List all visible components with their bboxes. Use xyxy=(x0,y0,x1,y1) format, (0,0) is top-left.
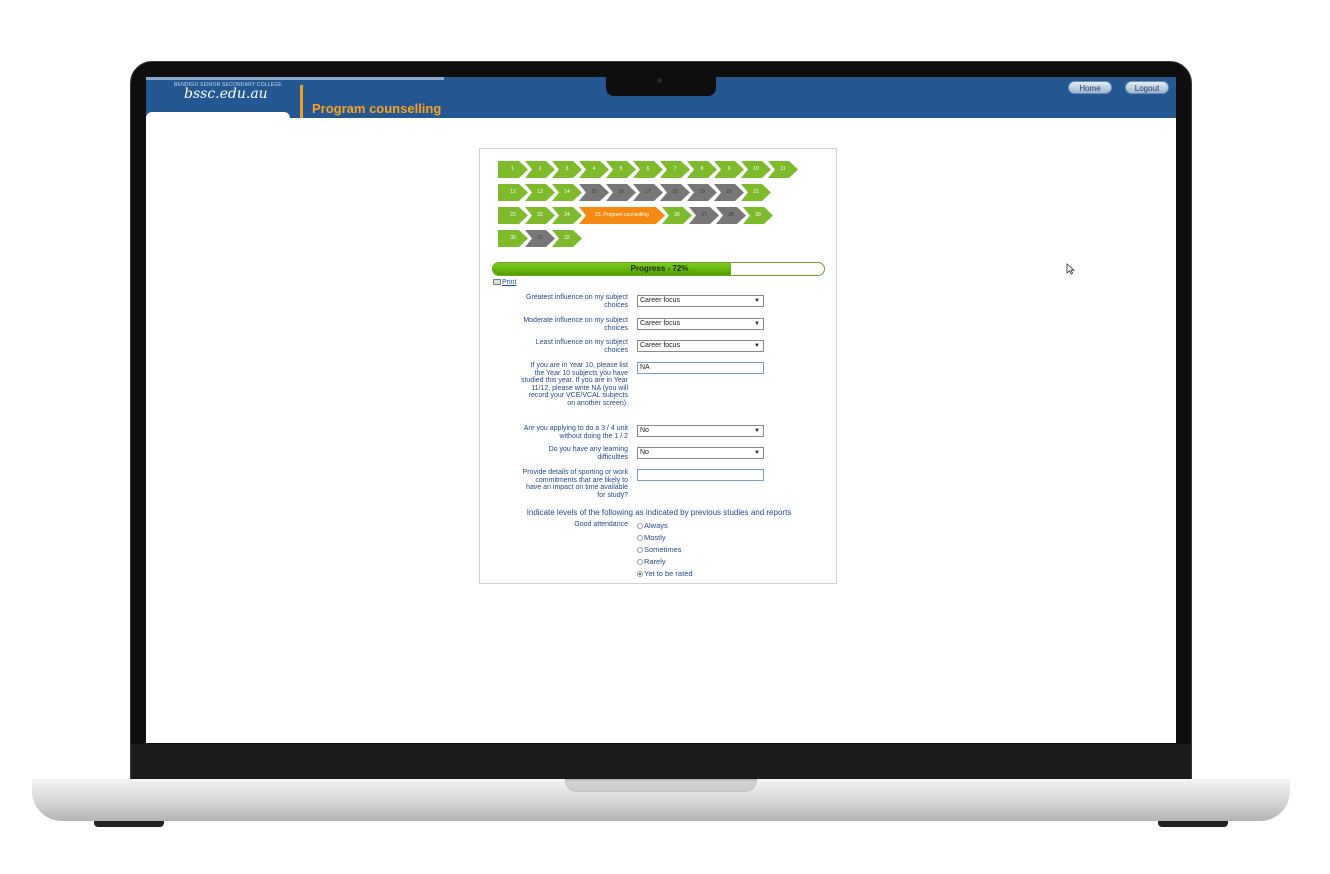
attendance-option[interactable]: Yet to be rated xyxy=(637,569,693,579)
attendance-option[interactable]: Rarely xyxy=(637,557,666,567)
step-3-2[interactable]: 32 xyxy=(552,230,582,247)
radio-button[interactable] xyxy=(637,559,643,566)
dropdown-arrow-icon: ▼ xyxy=(754,298,760,304)
step-1-4[interactable]: 16 xyxy=(606,184,636,201)
screen: BENDIGO SENIOR SECONDARY COLLEGE bssc.ed… xyxy=(146,77,1176,743)
step-navigator: 1. 2 3 4 5 6 7 8 9 10 11 12 13 14 15 16 17 18 19 20 21 22 23 24… xyxy=(498,161,828,253)
greatest-influence-label: Greatest influence on my subject choices xyxy=(526,294,628,309)
radio-button[interactable] xyxy=(637,571,643,578)
radio-button[interactable] xyxy=(637,547,643,554)
step-1-3[interactable]: 15 xyxy=(579,184,609,201)
program-counselling-card: 1. 2 3 4 5 6 7 8 9 10 11 12 13 14 15 16 17 18 19 20 21 22 23 24… xyxy=(479,148,837,584)
laptop-foot-left xyxy=(94,821,164,827)
radio-button[interactable] xyxy=(637,535,643,542)
step-2-6[interactable]: 28 xyxy=(716,207,746,224)
step-3-0[interactable]: 30 xyxy=(498,230,528,247)
step-2-0[interactable]: 22 xyxy=(498,207,528,224)
step-2-5[interactable]: 27 xyxy=(689,207,719,224)
step-0-9[interactable]: 10 xyxy=(741,161,771,178)
dropdown-arrow-icon: ▼ xyxy=(754,450,760,456)
year10-subjects-input[interactable]: NA xyxy=(637,362,764,374)
step-0-3[interactable]: 4 xyxy=(579,161,609,178)
sporting-commitments-label: Provide details of sporting or work comm… xyxy=(522,469,628,499)
dropdown-arrow-icon: ▼ xyxy=(754,321,760,327)
step-2-2[interactable]: 24 xyxy=(552,207,582,224)
moderate-influence-label: Moderate influence on my subject choices xyxy=(523,317,628,332)
moderate-influence-select[interactable]: Career focus ▼ xyxy=(637,318,764,330)
step-0-2[interactable]: 3 xyxy=(552,161,582,178)
step-1-0[interactable]: 12 xyxy=(498,184,528,201)
step-0-8[interactable]: 9 xyxy=(714,161,744,178)
step-1-8[interactable]: 20 xyxy=(714,184,744,201)
learning-difficulties-select[interactable]: No ▼ xyxy=(637,447,764,459)
radio-button[interactable] xyxy=(637,523,643,530)
sporting-commitments-input[interactable] xyxy=(637,469,764,481)
home-button[interactable]: Home xyxy=(1068,81,1112,94)
step-0-5[interactable]: 6 xyxy=(633,161,663,178)
step-1-2[interactable]: 14 xyxy=(552,184,582,201)
least-influence-label: Least influence on my subject choices xyxy=(535,339,628,354)
heading-divider xyxy=(300,85,303,118)
step-0-0[interactable]: 1. xyxy=(498,161,528,178)
good-attendance-label: Good attendance xyxy=(574,521,628,528)
progress-label: Progress - 72% xyxy=(630,264,689,273)
unit34-label: Are you applying to do a 3 / 4 unit with… xyxy=(523,425,628,440)
laptop-base-notch xyxy=(565,779,757,792)
least-influence-value: Career focus xyxy=(640,342,681,349)
laptop-foot-right xyxy=(1158,821,1228,827)
attendance-option[interactable]: Sometimes xyxy=(637,545,682,555)
step-row: 30 31 32 xyxy=(498,230,828,247)
logout-button[interactable]: Logout xyxy=(1125,81,1169,94)
step-1-7[interactable]: 19 xyxy=(687,184,717,201)
step-0-10[interactable]: 11 xyxy=(768,161,798,178)
step-1-1[interactable]: 13 xyxy=(525,184,555,201)
attendance-option[interactable]: Mostly xyxy=(637,533,666,543)
step-row: 22 23 24 25. Program counselling 26 27 28 29 xyxy=(498,207,828,224)
header-topline xyxy=(146,77,444,80)
step-0-1[interactable]: 2 xyxy=(525,161,555,178)
logo[interactable]: bssc.edu.au xyxy=(184,86,268,102)
page-title: Program counselling xyxy=(312,101,442,116)
progress-bar: Progress - 72% xyxy=(492,262,825,276)
print-link[interactable]: Print xyxy=(493,279,516,286)
step-row: 12 13 14 15 16 17 18 19 20 21 xyxy=(498,184,828,201)
unit34-value: No xyxy=(640,427,649,434)
greatest-influence-select[interactable]: Career focus ▼ xyxy=(637,295,764,307)
mouse-cursor-icon xyxy=(1066,263,1075,275)
step-2-4[interactable]: 26 xyxy=(662,207,692,224)
levels-section-title: Indicate levels of the following as indi… xyxy=(526,508,792,517)
step-row: 1. 2 3 4 5 6 7 8 9 10 11 xyxy=(498,161,828,178)
attendance-option-label: Always xyxy=(644,521,668,530)
step-2-3[interactable]: 25. Program counselling xyxy=(579,207,665,224)
attendance-option-label: Rarely xyxy=(644,557,666,566)
unit34-select[interactable]: No ▼ xyxy=(637,425,764,437)
moderate-influence-value: Career focus xyxy=(640,320,681,327)
greatest-influence-value: Career focus xyxy=(640,297,681,304)
step-0-7[interactable]: 8 xyxy=(687,161,717,178)
dropdown-arrow-icon: ▼ xyxy=(754,343,760,349)
printer-icon xyxy=(493,279,501,286)
attendance-option[interactable]: Always xyxy=(637,521,668,531)
step-3-1[interactable]: 31 xyxy=(525,230,555,247)
step-1-5[interactable]: 17 xyxy=(633,184,663,201)
year10-subjects-label: If you are in Year 10, please list the Y… xyxy=(520,362,628,407)
laptop-chin xyxy=(131,744,1191,780)
least-influence-select[interactable]: Career focus ▼ xyxy=(637,340,764,352)
dropdown-arrow-icon: ▼ xyxy=(754,428,760,434)
attendance-option-label: Mostly xyxy=(644,533,666,542)
step-0-6[interactable]: 7 xyxy=(660,161,690,178)
print-label: Print xyxy=(502,279,517,286)
step-2-7[interactable]: 29 xyxy=(743,207,773,224)
camera xyxy=(657,78,662,83)
learning-difficulties-value: No xyxy=(640,449,649,456)
attendance-option-label: Sometimes xyxy=(644,545,682,554)
step-0-4[interactable]: 5 xyxy=(606,161,636,178)
step-2-1[interactable]: 23 xyxy=(525,207,555,224)
step-1-6[interactable]: 18 xyxy=(660,184,690,201)
header-tab xyxy=(146,112,290,118)
attendance-option-label: Yet to be rated xyxy=(644,569,693,578)
step-1-9[interactable]: 21 xyxy=(741,184,771,201)
learning-difficulties-label: Do you have any learning difficulties xyxy=(548,446,628,461)
